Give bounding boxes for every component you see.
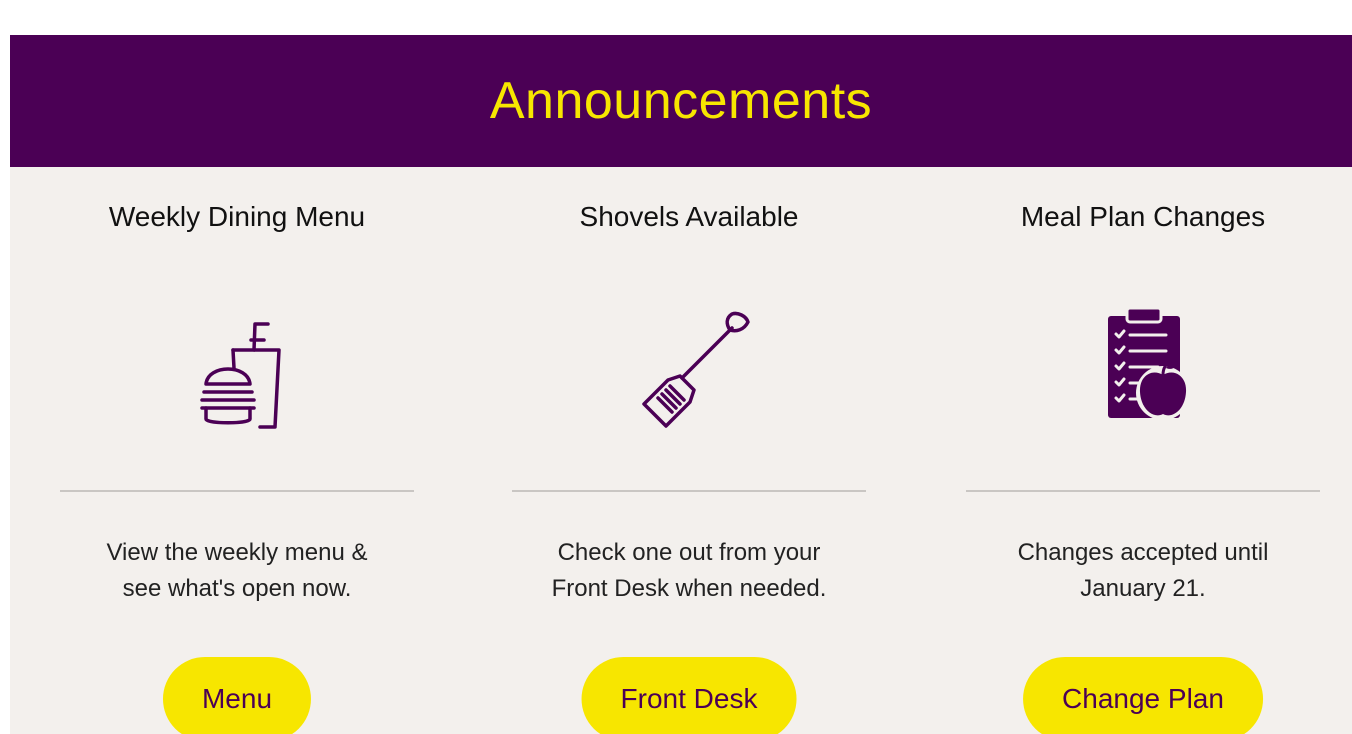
card-title: Weekly Dining Menu bbox=[108, 201, 366, 232]
menu-button[interactable]: Menu bbox=[162, 657, 312, 734]
shovel-icon bbox=[512, 302, 866, 432]
burger-drink-icon bbox=[60, 302, 414, 432]
banner-title: Announcements bbox=[489, 72, 873, 130]
divider bbox=[966, 490, 1320, 492]
announcements-banner: Announcements bbox=[10, 35, 1352, 167]
clipboard-apple-icon bbox=[966, 302, 1320, 432]
card-description: Changes accepted until January 21. bbox=[1017, 539, 1269, 602]
card-description: Check one out from your Front Desk when n… bbox=[551, 539, 827, 602]
card-title: Shovels Available bbox=[579, 201, 799, 232]
divider bbox=[60, 490, 414, 492]
front-desk-button[interactable]: Front Desk bbox=[581, 657, 797, 734]
card-description: View the weekly menu & see what's open no… bbox=[106, 539, 368, 602]
divider bbox=[512, 490, 866, 492]
change-plan-button[interactable]: Change Plan bbox=[1023, 657, 1263, 734]
announcements-section: Announcements Weekly Dining Menu View th… bbox=[10, 35, 1352, 734]
card-title: Meal Plan Changes bbox=[1020, 201, 1266, 232]
